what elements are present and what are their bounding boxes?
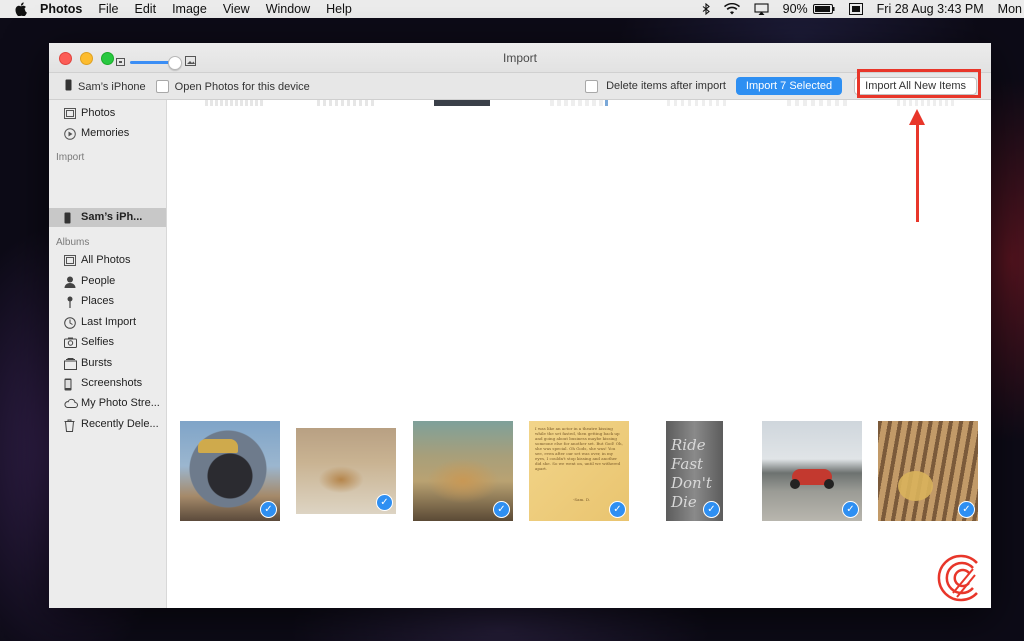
bluetooth-icon[interactable]: [702, 2, 710, 16]
sidebar-item-recently-deleted[interactable]: Recently Dele...: [64, 418, 159, 432]
user-name[interactable]: Mon: [998, 2, 1022, 16]
sidebar-item-label: Selfies: [81, 336, 115, 348]
sidebar-item-label: Bursts: [81, 357, 113, 369]
sidebar-item-selfies[interactable]: Selfies: [64, 336, 114, 348]
photo-thumbnail-text-note[interactable]: I was like an actor in a theatre kissing…: [529, 421, 629, 521]
people-icon: [64, 276, 76, 288]
top-row-thumbnail[interactable]: [787, 100, 847, 106]
sidebar-item-all-photos[interactable]: All Photos: [64, 254, 131, 266]
sidebar-item-label: Screenshots: [81, 377, 143, 389]
sidebar: Photos Memories Import Sam’s iPh... Albu…: [49, 100, 167, 608]
places-icon: [64, 296, 76, 308]
battery-icon[interactable]: [812, 4, 835, 14]
menu-window[interactable]: Window: [266, 2, 310, 16]
selected-check-icon[interactable]: ✓: [958, 501, 975, 518]
selected-check-icon[interactable]: ✓: [260, 501, 277, 518]
top-row-thumbnail[interactable]: [605, 100, 608, 106]
sidebar-item-label: My Photo Stre...: [81, 397, 160, 409]
clock-datetime[interactable]: Fri 28 Aug 3:43 PM: [877, 2, 984, 16]
memories-icon: [64, 127, 76, 140]
photo-grid: ✓ ✓ ✓ I was like an actor in a theatre k…: [167, 100, 991, 608]
sidebar-item-bursts[interactable]: Bursts: [64, 357, 113, 370]
selfies-icon: [64, 337, 77, 348]
sidebar-item-label: Places: [81, 295, 115, 307]
menu-app-photos[interactable]: Photos: [40, 2, 82, 16]
sidebar-item-people[interactable]: People: [64, 275, 116, 288]
top-row-thumbnail[interactable]: [434, 100, 490, 106]
iphone-icon: [65, 79, 72, 94]
photo-thumbnail-ride-fast-sign[interactable]: Ride Fast Don't Die ✓: [666, 421, 723, 521]
note-text: I was like an actor in a theatre kissing…: [535, 426, 623, 471]
watermark-logo: [937, 553, 987, 603]
annotation-arrow-shaft: [916, 122, 919, 222]
sidebar-item-label: Photos: [81, 107, 116, 119]
top-row-thumbnail[interactable]: [550, 100, 606, 106]
battery-percent[interactable]: 90%: [783, 2, 808, 16]
photo-thumbnail-motorcycle[interactable]: ✓: [762, 421, 862, 521]
import-window: Import Sam’s iPhone Open Photos for this…: [49, 43, 991, 608]
title-bar: Import: [49, 43, 991, 73]
annotation-highlight-box: [857, 69, 981, 98]
open-photos-checkbox[interactable]: [155, 80, 169, 93]
sidebar-item-photo-stream[interactable]: My Photo Stre...: [64, 397, 160, 409]
menu-view[interactable]: View: [223, 2, 250, 16]
sidebar-item-photos[interactable]: Photos: [64, 107, 115, 119]
selected-check-icon[interactable]: ✓: [703, 501, 720, 518]
keyboard-input-icon[interactable]: [848, 3, 863, 15]
photo-thumbnail-dog-closeup[interactable]: ✓: [413, 421, 513, 521]
menu-image[interactable]: Image: [172, 2, 207, 16]
menu-bar: Photos File Edit Image View Window Help …: [0, 0, 1024, 18]
window-title: Import: [502, 51, 537, 65]
apple-icon[interactable]: [14, 2, 28, 16]
menu-help[interactable]: Help: [326, 2, 352, 16]
iphone-icon: [64, 212, 76, 223]
top-row-thumbnail[interactable]: [897, 100, 957, 106]
wifi-icon[interactable]: [723, 3, 740, 15]
menu-edit[interactable]: Edit: [135, 2, 157, 16]
sidebar-item-label: Last Import: [81, 316, 137, 328]
delete-after-import-label[interactable]: Delete items after import: [606, 80, 726, 92]
photo-thumbnail-dog-balcony[interactable]: ✓: [878, 421, 978, 521]
screenshots-icon: [64, 378, 76, 390]
note-signature: -Sam. D.: [573, 497, 591, 502]
sidebar-item-label: People: [81, 275, 116, 287]
import-toolbar: Sam’s iPhone Open Photos for this device…: [49, 73, 991, 100]
selected-check-icon[interactable]: ✓: [376, 494, 393, 511]
sidebar-item-last-import[interactable]: Last Import: [64, 316, 137, 329]
photo-thumbnail-helmet-selfie[interactable]: ✓: [180, 421, 280, 521]
sidebar-item-label: Memories: [81, 127, 130, 139]
sidebar-item-screenshots[interactable]: Screenshots: [64, 377, 143, 390]
top-row-thumbnail[interactable]: [317, 100, 377, 106]
sidebar-item-label: Recently Dele...: [81, 418, 159, 430]
albums-section-header: Albums: [56, 237, 90, 248]
menu-file[interactable]: File: [98, 2, 118, 16]
cloud-icon: [64, 398, 78, 409]
sidebar-item-memories[interactable]: Memories: [64, 127, 130, 140]
top-row-thumbnail[interactable]: [205, 100, 265, 106]
device-name: Sam’s iPhone: [78, 80, 146, 93]
selected-check-icon[interactable]: ✓: [493, 501, 510, 518]
sidebar-item-label: Sam’s iPh...: [81, 211, 143, 223]
selected-check-icon[interactable]: ✓: [609, 501, 626, 518]
photo-thumbnail-dog-lying[interactable]: ✓: [296, 428, 396, 514]
selected-check-icon[interactable]: ✓: [842, 501, 859, 518]
trash-icon: [64, 419, 76, 432]
airplay-icon[interactable]: [754, 3, 769, 15]
bursts-icon: [64, 357, 77, 370]
clock-icon: [64, 316, 76, 329]
delete-after-import-checkbox[interactable]: [585, 79, 599, 93]
sidebar-item-places[interactable]: Places: [64, 295, 115, 308]
sidebar-item-label: All Photos: [81, 254, 131, 266]
sidebar-item-device[interactable]: Sam’s iPh...: [64, 211, 142, 223]
top-row-thumbnail[interactable]: [667, 100, 727, 106]
import-selected-button[interactable]: Import 7 Selected: [735, 77, 843, 95]
open-photos-label[interactable]: Open Photos for this device: [175, 81, 310, 93]
all-photos-icon: [64, 254, 76, 266]
import-section-header: Import: [56, 152, 85, 163]
photos-icon: [64, 107, 76, 119]
